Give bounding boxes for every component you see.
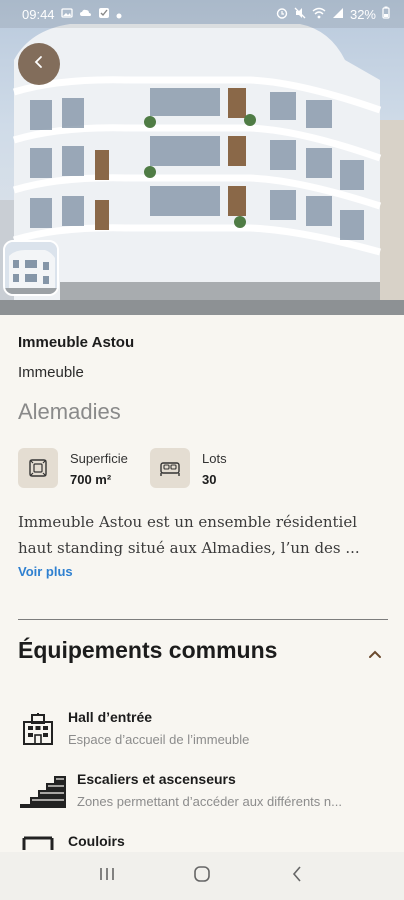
clock: 09:44 xyxy=(22,6,55,22)
property-description: Immeuble Astou est un ensemble résidenti… xyxy=(18,509,390,561)
see-more-link[interactable]: Voir plus xyxy=(18,564,73,579)
signal-icon xyxy=(332,7,344,22)
amenity-description: Zones permettant d’accéder aux différent… xyxy=(77,794,342,809)
chevron-left-icon xyxy=(290,865,304,888)
mute-icon xyxy=(294,7,306,22)
amenity-name: Hall d’entrée xyxy=(68,709,153,725)
wifi-icon xyxy=(312,7,326,22)
area-icon xyxy=(18,448,58,488)
stat-area-label: Superficie xyxy=(70,451,128,466)
property-name: Immeuble Astou xyxy=(18,334,135,351)
thumbnail-image xyxy=(5,242,57,294)
system-navigation-bar xyxy=(0,852,404,900)
bed-icon xyxy=(150,448,190,488)
alarm-icon xyxy=(276,7,288,22)
amenity-description: Espace d’accueil de l’immeuble xyxy=(68,732,250,747)
image-icon xyxy=(60,7,73,22)
gallery-thumbnail[interactable] xyxy=(3,240,59,296)
amenity-name: Escaliers et ascenseurs xyxy=(77,771,236,787)
battery-icon xyxy=(382,6,390,22)
recent-apps-icon xyxy=(98,866,116,887)
back-button[interactable] xyxy=(18,43,60,85)
battery-level: 32% xyxy=(349,6,376,22)
property-location: Alemadies xyxy=(18,399,121,424)
description-line: haut standing situé aux Almadies, l’un d… xyxy=(18,539,360,557)
building-illustration xyxy=(0,24,404,315)
description-line: Immeuble Astou est un ensemble résidenti… xyxy=(18,513,357,531)
cloud-icon xyxy=(79,7,92,22)
section-divider xyxy=(18,619,388,620)
amenities-title: Équipements communs xyxy=(18,637,278,663)
property-type: Immeuble xyxy=(18,364,84,381)
recent-apps-button[interactable] xyxy=(87,856,127,896)
check-icon xyxy=(98,7,110,22)
status-bar: 09:44 32% xyxy=(0,0,404,28)
stat-lots-label: Lots xyxy=(202,451,227,466)
building-icon xyxy=(20,712,56,751)
chevron-up-icon[interactable] xyxy=(364,643,386,665)
amenity-name: Couloirs xyxy=(68,833,125,849)
chevron-left-icon xyxy=(31,54,47,75)
home-button[interactable] xyxy=(182,856,222,896)
system-back-button[interactable] xyxy=(277,856,317,896)
home-icon xyxy=(193,865,211,888)
hero-image[interactable]: 09:44 32% xyxy=(0,0,404,315)
stat-area-value: 700 m² xyxy=(70,472,112,487)
stat-lots-value: 30 xyxy=(202,472,217,487)
stairs-icon xyxy=(18,770,68,815)
dot-icon xyxy=(116,7,122,22)
